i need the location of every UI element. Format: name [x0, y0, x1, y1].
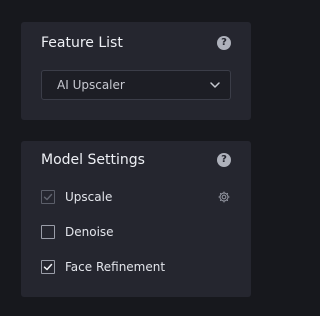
option-denoise: Denoise [41, 224, 231, 240]
feature-list-title: Feature List [41, 35, 123, 51]
feature-select-value: AI Upscaler [57, 78, 125, 92]
feature-select[interactable]: AI Upscaler [41, 70, 231, 100]
denoise-label: Denoise [65, 225, 114, 239]
denoise-checkbox[interactable] [41, 225, 55, 239]
model-settings-help-icon[interactable]: ? [217, 153, 231, 167]
upscale-checkbox[interactable] [41, 190, 55, 204]
option-upscale: Upscale [41, 189, 231, 205]
feature-list-help-icon[interactable]: ? [217, 36, 231, 50]
model-settings-title: Model Settings [41, 152, 145, 168]
chevron-down-icon [210, 82, 220, 88]
upscale-label: Upscale [65, 190, 113, 204]
face-refinement-label: Face Refinement [65, 260, 166, 274]
model-settings-panel: Model Settings ? Upscale Denoise Face Re… [21, 141, 251, 297]
feature-list-panel: Feature List ? AI Upscaler [21, 22, 251, 120]
face-refinement-checkbox[interactable] [41, 260, 55, 274]
checkmark-icon [43, 193, 53, 201]
gear-icon[interactable] [217, 190, 231, 204]
checkmark-icon [43, 263, 53, 271]
option-face-refinement: Face Refinement [41, 259, 231, 275]
